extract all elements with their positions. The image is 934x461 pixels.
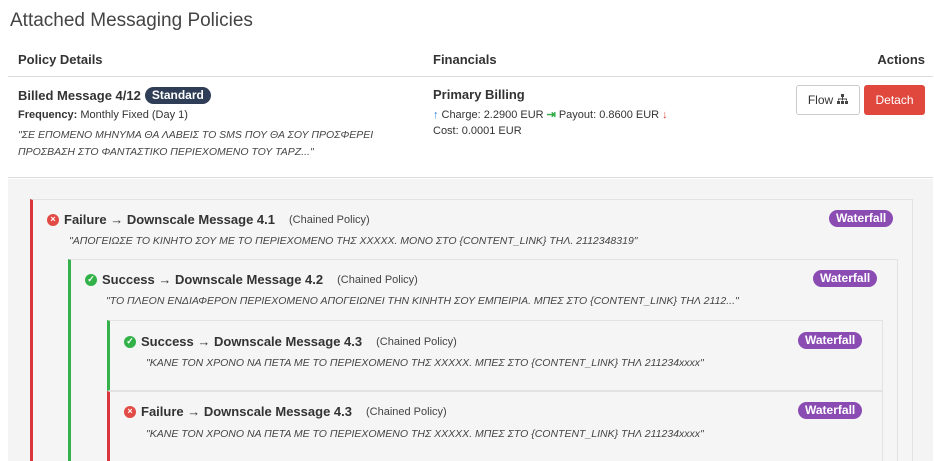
waterfall-badge: Waterfall [798,402,863,419]
chained-policy-message: "ΚΑΝΕ ΤΟΝ ΧΡΟΝΟ ΝΑ ΠΕΤΑ ΜΕ ΤΟ ΠΕΡΙΕΧΟΜΕΝ… [146,428,704,440]
chained-policy-title: Failure → Downscale Message 4.1 [64,212,275,227]
policy-name: Billed Message 4/12 [18,88,141,103]
chained-policy-header: ✓ Success → Downscale Message 4.2 (Chain… [85,272,418,287]
chained-policy-failure-4-3: × Failure → Downscale Message 4.3 (Chain… [107,391,883,461]
waterfall-badge: Waterfall [798,332,863,349]
waterfall-badge: Waterfall [813,270,878,287]
frequency-value: Monthly Fixed (Day 1) [80,109,188,121]
page-title: Attached Messaging Policies [10,10,253,31]
check-circle-icon: ✓ [124,335,136,348]
chained-policy-title: Success → Downscale Message 4.3 [141,334,363,349]
chained-policy-header: × Failure → Downscale Message 4.1 (Chain… [47,212,370,227]
financials-title: Primary Billing [433,87,525,102]
header-actions: Actions [877,52,925,67]
chained-policy-tag: (Chained Policy) [365,405,447,418]
flow-button-label: Flow [807,93,834,107]
charge-value: Charge: 2.2900 EUR [441,108,544,121]
check-circle-icon: ✓ [85,273,97,286]
financials-charge-payout: ↑ Charge: 2.2900 EUR ⇥ Payout: 0.8600 EU… [433,108,668,122]
chained-policy-failure-4-1: × Failure → Downscale Message 4.1 (Chain… [30,199,913,461]
arrow-down-icon: ↓ [662,108,668,121]
policy-message: "ΣΕ ΕΠΟΜΕΝΟ ΜΗΝΥΜΑ ΘΑ ΛΑΒΕΙΣ ΤΟ SMS ΠΟΥ … [18,129,374,158]
chained-policy-success-4-2: ✓ Success → Downscale Message 4.2 (Chain… [68,259,898,461]
policy-name-line: Billed Message 4/12 Standard [18,87,211,104]
detach-button[interactable]: Detach [864,85,925,115]
chained-policies-panel: × Failure → Downscale Message 4.1 (Chain… [8,179,933,461]
chained-policy-title: Failure → Downscale Message 4.3 [141,404,352,419]
waterfall-badge: Waterfall [829,210,894,227]
sitemap-icon [837,93,849,107]
x-circle-icon: × [47,213,59,226]
standard-badge: Standard [144,87,211,104]
x-circle-icon: × [124,405,136,418]
arrow-in-icon: ⇥ [546,109,556,121]
cost-value: Cost: 0.0001 EUR [433,125,522,137]
arrow-up-icon: ↑ [433,108,439,121]
flow-button[interactable]: Flow [796,85,860,115]
chained-policy-success-4-3: ✓ Success → Downscale Message 4.3 (Chain… [107,320,883,391]
chained-policy-tag: (Chained Policy) [337,273,418,286]
chained-policy-title: Success → Downscale Message 4.2 [102,272,324,287]
header-policy-details: Policy Details [18,52,103,67]
payout-value: Payout: 0.8600 EUR [558,108,660,121]
chained-policy-message: "ΤΟ ΠΛΕΟΝ ΕΝΔΙΑΦΕΡΟΝ ΠΕΡΙΕΧΟΜΕΝΟ ΑΠΟΓΕΙΩ… [106,295,739,307]
chained-policy-header: ✓ Success → Downscale Message 4.3 (Chain… [124,334,457,349]
chained-policy-message: "ΚΑΝΕ ΤΟΝ ΧΡΟΝΟ ΝΑ ΠΕΤΑ ΜΕ ΤΟ ΠΕΡΙΕΧΟΜΕΝ… [146,357,704,369]
chained-policy-header: × Failure → Downscale Message 4.3 (Chain… [124,404,447,419]
table-header: Policy Details Financials Actions [8,45,933,77]
chained-policy-message: "ΑΠΟΓΕΙΩΣΕ ΤΟ ΚΙΝΗΤΟ ΣΟΥ ΜΕ ΤΟ ΠΕΡΙΕΧΟΜΕ… [69,235,638,247]
policy-row: Billed Message 4/12 Standard Frequency: … [8,78,933,178]
policy-frequency: Frequency: Monthly Fixed (Day 1) [18,109,188,121]
header-financials: Financials [433,52,497,67]
frequency-label: Frequency: [18,109,78,121]
chained-policy-tag: (Chained Policy) [288,213,370,226]
chained-policy-tag: (Chained Policy) [376,335,457,348]
